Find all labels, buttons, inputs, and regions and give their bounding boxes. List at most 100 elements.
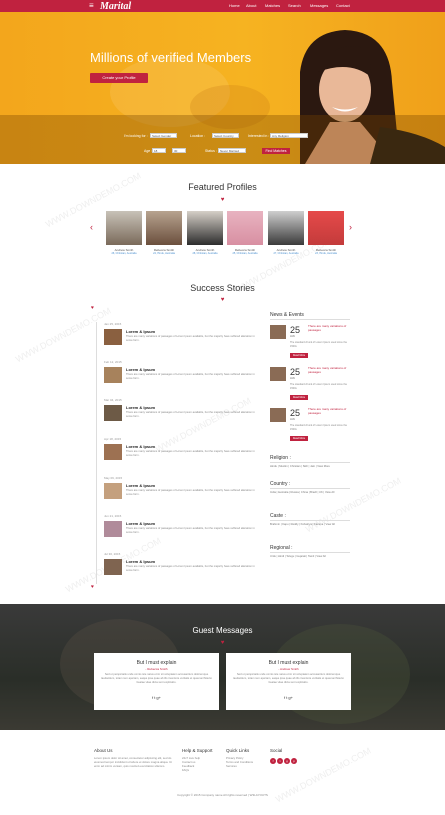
heart-icon: ♥	[220, 640, 225, 646]
religion-select[interactable]: Any Religion	[270, 133, 308, 138]
create-profile-button[interactable]: Create your Profile	[90, 73, 148, 83]
story-photo	[104, 444, 122, 460]
country-select[interactable]: Select Country	[212, 133, 239, 138]
looking-for-label: I'm looking for :	[124, 134, 148, 138]
nav-search[interactable]: Search	[288, 3, 301, 8]
story-date: Feb 12, 2015	[104, 360, 122, 364]
heart-icon: ♥	[91, 584, 94, 590]
profile-photo[interactable]	[308, 211, 344, 245]
story-photo	[104, 559, 122, 575]
story-title[interactable]: Lorem & Ipsum	[126, 559, 155, 564]
story-date: Jan 25, 2015	[104, 322, 122, 326]
testimonial-text: Sed ut perspiciatis unde omnis iste natu…	[233, 673, 344, 684]
search-band	[0, 115, 445, 164]
guest-messages-title: Guest Messages	[192, 626, 253, 635]
nav-messages[interactable]: Messages	[310, 3, 328, 8]
news-day: 25	[290, 367, 301, 377]
profile-photo[interactable]	[268, 211, 304, 245]
gender-select[interactable]: Select Gender	[150, 133, 177, 138]
story-date: Mar 04, 2015	[104, 398, 122, 402]
story-date: May 09, 2015	[104, 476, 123, 480]
divider	[270, 462, 350, 463]
story-text: There are many variations of passages of…	[126, 335, 255, 342]
nav-about[interactable]: About	[246, 3, 256, 8]
divider	[270, 520, 350, 521]
testimonial-social-icons[interactable]: f t g+	[226, 695, 351, 700]
story-text: There are many variations of passages of…	[126, 527, 255, 534]
story-text: There are many variations of passages of…	[126, 411, 255, 418]
news-day: 25	[290, 408, 301, 418]
story-title[interactable]: Lorem & Ipsum	[126, 483, 155, 488]
news-text: The standard chunk of Lorem Ipsum used s…	[290, 341, 347, 348]
divider	[270, 488, 350, 489]
news-text: The standard chunk of Lorem Ipsum used s…	[290, 383, 347, 390]
age-label: Age :	[144, 149, 153, 153]
logo[interactable]: Marital	[100, 1, 131, 12]
read-more-button[interactable]: Read More	[290, 436, 308, 441]
profile-photo[interactable]	[227, 211, 263, 245]
news-photo	[270, 408, 286, 422]
footer-about-title: About Us	[94, 748, 113, 753]
country-links[interactable]: India | Australia | Russia | China | Bra…	[270, 491, 350, 495]
religion-links[interactable]: Hindu | Muslim | Christian | Sikh | Jain…	[270, 465, 350, 469]
prev-arrow-icon[interactable]: ‹	[90, 222, 93, 232]
find-matches-button[interactable]: Find Matches	[262, 148, 290, 154]
footer-link[interactable]: FAQs	[182, 768, 189, 772]
news-headline[interactable]: There are many variations of passages	[308, 407, 350, 415]
caste-links[interactable]: Brahmin | Kapu | Reddy | Kshatriya | Kam…	[270, 523, 350, 527]
news-headline[interactable]: There are many variations of passages	[308, 366, 350, 374]
nav-home[interactable]: Home	[229, 3, 240, 8]
profile-details: 28, Christian, Australia	[192, 252, 218, 255]
status-select[interactable]: Never Married	[218, 148, 246, 153]
story-title[interactable]: Lorem & Ipsum	[126, 367, 155, 372]
next-arrow-icon[interactable]: ›	[349, 222, 352, 232]
story-photo	[104, 405, 122, 421]
story-date: Apr 18, 2015	[104, 437, 122, 441]
watermark: WWW.DOWNDEMO.COM	[153, 395, 253, 455]
footer-about-text: Lorem ipsum dolor sit amet, consectetur …	[94, 756, 172, 768]
divider	[270, 552, 350, 553]
hero-title: Millions of verified Members	[90, 50, 252, 65]
news-photo	[270, 325, 286, 339]
footer-help-title: Help & Support	[182, 748, 213, 753]
testimonial-author: - Rebecca Smith	[145, 667, 168, 671]
story-text: There are many variations of passages of…	[126, 450, 255, 457]
profile-details: 27, Christian, Australia	[273, 252, 299, 255]
story-date: Jun 21, 2015	[104, 514, 122, 518]
testimonial-social-icons[interactable]: f t g+	[94, 695, 219, 700]
profile-details: 24, Hindu, Australia	[153, 252, 175, 255]
google-plus-icon[interactable]: g	[284, 758, 290, 764]
guest-background-photo	[60, 619, 410, 724]
footer-link[interactable]: Services	[226, 764, 237, 768]
age-to-select[interactable]: 30	[172, 148, 186, 153]
story-text: There are many variations of passages of…	[126, 489, 255, 496]
profile-photo[interactable]	[187, 211, 223, 245]
regional-links[interactable]: Urdu | Hindi | Telugu | Gujarati | Tamil…	[270, 555, 350, 559]
nav-contact[interactable]: Contact	[336, 3, 350, 8]
story-title[interactable]: Lorem & Ipsum	[126, 521, 155, 526]
read-more-button[interactable]: Read More	[290, 353, 308, 358]
caste-title: Caste :	[270, 513, 286, 519]
story-title[interactable]: Lorem & Ipsum	[126, 405, 155, 410]
menu-icon[interactable]: ≡	[89, 1, 94, 10]
profile-photo[interactable]	[146, 211, 182, 245]
pinterest-icon[interactable]: p	[291, 758, 297, 764]
twitter-icon[interactable]: t	[277, 758, 283, 764]
story-title[interactable]: Lorem & Ipsum	[126, 444, 155, 449]
nav-matches[interactable]: Matches	[265, 3, 280, 8]
timeline	[96, 322, 97, 584]
story-text: There are many variations of passages of…	[126, 565, 255, 572]
read-more-button[interactable]: Read More	[290, 395, 308, 400]
profile-details: 26, Christian, Australia	[111, 252, 137, 255]
profile-photo[interactable]	[106, 211, 142, 245]
story-photo	[104, 329, 122, 345]
facebook-icon[interactable]: f	[270, 758, 276, 764]
news-day: 25	[290, 325, 301, 335]
religion-title: Religion :	[270, 455, 291, 461]
story-title[interactable]: Lorem & Ipsum	[126, 329, 155, 334]
news-headline[interactable]: There are many variations of passages	[308, 324, 350, 332]
age-from-select[interactable]: 18	[152, 148, 166, 153]
news-month: JAN	[290, 377, 295, 380]
story-photo	[104, 521, 122, 537]
profile-details: 25, Christian, Australia	[232, 252, 258, 255]
